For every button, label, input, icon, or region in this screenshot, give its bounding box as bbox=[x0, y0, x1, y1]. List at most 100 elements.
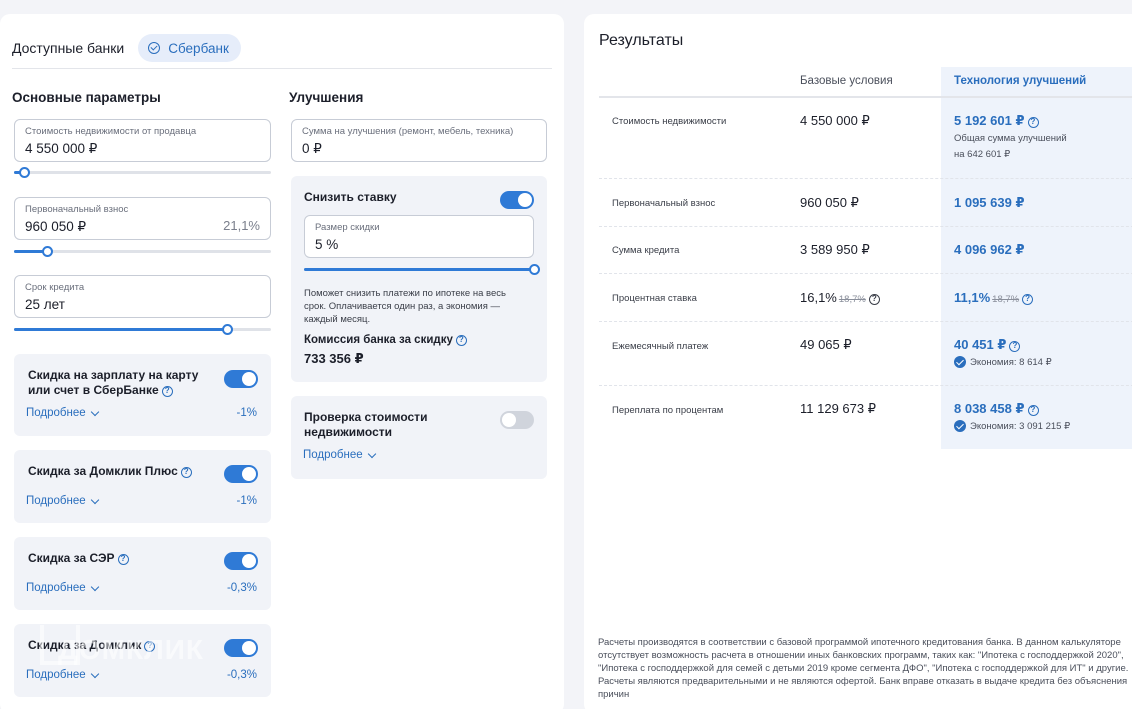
slider-handle[interactable] bbox=[42, 246, 54, 257]
saving-text: Экономия: 8 614 ₽ bbox=[970, 356, 1052, 368]
divider bbox=[12, 68, 552, 69]
discount-title-text: Скидка за СЭР bbox=[28, 551, 115, 565]
loan-term-value: 25 лет bbox=[25, 297, 65, 312]
chevron-down-icon bbox=[90, 495, 99, 504]
discount-value: -0,3% bbox=[226, 582, 257, 594]
property-cost-field[interactable]: Стоимость недвижимости от продавца 4 550… bbox=[14, 119, 271, 162]
more-link-text: Подробнее bbox=[26, 669, 86, 681]
down-payment-field[interactable]: Первоначальный взнос 960 050 ₽ 21,1% bbox=[14, 197, 271, 240]
reduce-rate-toggle[interactable] bbox=[500, 191, 534, 209]
chevron-down-icon bbox=[90, 407, 99, 416]
down-payment-label: Первоначальный взнос bbox=[25, 204, 129, 215]
row-tech-text: 40 451 ₽ bbox=[954, 337, 1007, 352]
help-icon[interactable]: ? bbox=[180, 467, 192, 478]
row-base-value: 11 129 673 ₽ bbox=[800, 401, 876, 416]
slider-fill bbox=[14, 328, 228, 331]
row-label: Процентная ставка bbox=[612, 293, 697, 304]
down-payment-slider[interactable] bbox=[14, 246, 271, 257]
discount-title-text: Скидка на зарплату на карту или счет в С… bbox=[28, 368, 199, 397]
row-tech-value: 11,1% 18,7%? bbox=[954, 290, 1034, 305]
loan-term-field[interactable]: Срок кредита 25 лет bbox=[14, 275, 271, 318]
row-label: Сумма кредита bbox=[612, 245, 680, 256]
help-icon[interactable]: ? bbox=[1009, 341, 1021, 352]
row-divider bbox=[599, 385, 1132, 386]
discount-size-value: 5 % bbox=[315, 237, 339, 252]
slider-handle[interactable] bbox=[529, 264, 540, 275]
loan-term-label: Срок кредита bbox=[25, 282, 85, 293]
discount-title-text: Скидка за Домклик Плюс bbox=[28, 464, 178, 478]
chevron-down-icon bbox=[90, 582, 99, 591]
discount-toggle[interactable] bbox=[224, 639, 258, 657]
row-divider bbox=[599, 178, 1132, 179]
row-tech-value: 1 095 639 ₽ bbox=[954, 195, 1025, 210]
slider-handle[interactable] bbox=[222, 324, 234, 335]
discount-size-label: Размер скидки bbox=[315, 222, 380, 233]
check-circle-icon bbox=[954, 420, 966, 432]
available-banks: Доступные банки Сбербанк bbox=[12, 28, 241, 68]
help-icon[interactable]: ? bbox=[117, 554, 129, 565]
discount-card-ser: Скидка за СЭР? Подробнее -0,3% bbox=[14, 537, 271, 610]
chevron-down-icon bbox=[90, 669, 99, 678]
discount-size-slider[interactable] bbox=[304, 264, 540, 275]
row-base-value: 4 550 000 ₽ bbox=[800, 113, 870, 128]
rate-current: 11,1% bbox=[954, 290, 991, 305]
discount-toggle[interactable] bbox=[224, 370, 258, 388]
slider-fill bbox=[304, 268, 534, 271]
discount-title: Скидка за СЭР? bbox=[28, 551, 218, 566]
help-icon[interactable]: ? bbox=[455, 335, 467, 346]
more-link-text: Подробнее bbox=[26, 407, 86, 419]
discount-toggle[interactable] bbox=[224, 552, 258, 570]
discount-card-salary: Скидка на зарплату на карту или счет в С… bbox=[14, 354, 271, 436]
commission-label-text: Комиссия банка за скидку bbox=[304, 334, 453, 346]
more-link-text: Подробнее bbox=[26, 582, 86, 594]
more-link[interactable]: Подробнее bbox=[303, 449, 376, 461]
more-link[interactable]: Подробнее bbox=[26, 582, 99, 594]
slider-handle[interactable] bbox=[19, 167, 31, 178]
row-label: Стоимость недвижимости bbox=[612, 116, 727, 127]
discount-value: -0,3% bbox=[226, 669, 257, 681]
more-link[interactable]: Подробнее bbox=[26, 669, 99, 681]
results-title: Результаты bbox=[599, 32, 684, 49]
more-link[interactable]: Подробнее bbox=[26, 495, 99, 507]
discount-toggle[interactable] bbox=[224, 465, 258, 483]
improvements-total-note: Общая сумма улучшений на 642 601 ₽ bbox=[954, 131, 1067, 163]
discount-title: Скидка за Домклик? bbox=[28, 638, 218, 653]
more-link-text: Подробнее bbox=[303, 449, 363, 461]
commission-label: Комиссия банка за скидку? bbox=[304, 333, 467, 348]
more-link-text: Подробнее bbox=[26, 495, 86, 507]
discount-size-field[interactable]: Размер скидки 5 % bbox=[304, 215, 534, 258]
help-icon[interactable]: ? bbox=[1027, 405, 1039, 416]
discount-value: -1% bbox=[236, 495, 257, 507]
more-link[interactable]: Подробнее bbox=[26, 407, 99, 419]
help-icon[interactable]: ? bbox=[868, 294, 880, 305]
chevron-down-icon bbox=[367, 449, 376, 458]
bank-chip-label: Сбербанк bbox=[168, 40, 229, 56]
loan-term-slider[interactable] bbox=[14, 324, 271, 335]
parameters-panel: Доступные банки Сбербанк Основные параме… bbox=[0, 14, 564, 709]
property-cost-slider[interactable] bbox=[14, 167, 271, 178]
saving-badge: Экономия: 8 614 ₽ bbox=[954, 356, 1052, 368]
row-tech-value: 5 192 601 ₽? bbox=[954, 113, 1039, 129]
bank-chip-sberbank[interactable]: Сбербанк bbox=[138, 34, 241, 62]
disclaimer: Расчеты производятся в соответствии с ба… bbox=[598, 637, 1129, 700]
valuation-card: Проверка стоимости недвижимости Подробне… bbox=[291, 396, 547, 479]
valuation-toggle[interactable] bbox=[500, 411, 534, 429]
help-icon[interactable]: ? bbox=[1022, 294, 1034, 305]
header-divider bbox=[599, 96, 1132, 98]
property-cost-value: 4 550 000 ₽ bbox=[25, 141, 98, 156]
note-line: на 642 601 ₽ bbox=[954, 149, 1011, 160]
saving-badge: Экономия: 3 091 215 ₽ bbox=[954, 420, 1070, 432]
row-base-value: 3 589 950 ₽ bbox=[800, 242, 870, 257]
improvements-amount-field[interactable]: Сумма на улучшения (ремонт, мебель, техн… bbox=[291, 119, 547, 162]
improvements-title: Улучшения bbox=[289, 90, 364, 105]
discount-value: -1% bbox=[236, 407, 257, 419]
discount-title-text: Скидка за Домклик bbox=[28, 638, 142, 652]
help-icon[interactable]: ? bbox=[161, 386, 173, 397]
rate-old: 18,7% bbox=[992, 294, 1020, 305]
help-icon[interactable]: ? bbox=[1027, 117, 1039, 128]
row-divider bbox=[599, 226, 1132, 227]
row-label: Переплата по процентам bbox=[612, 405, 724, 416]
col-tech-header: Технология улучшений bbox=[954, 75, 1087, 87]
help-icon[interactable]: ? bbox=[144, 641, 156, 652]
property-cost-label: Стоимость недвижимости от продавца bbox=[25, 126, 197, 137]
